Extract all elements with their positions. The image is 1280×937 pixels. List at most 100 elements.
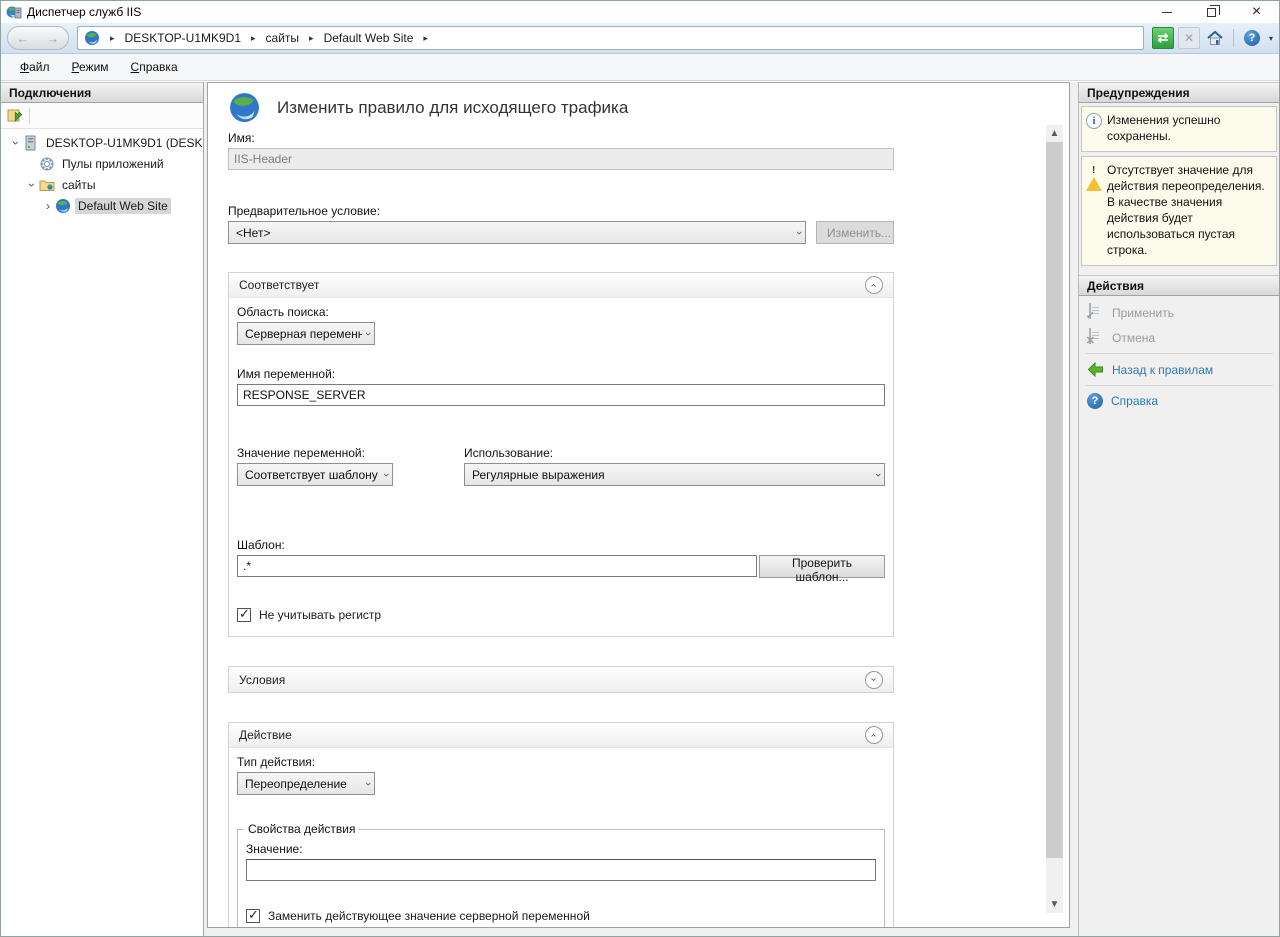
menu-help[interactable]: Справка [122, 56, 187, 78]
vertical-scrollbar[interactable]: ▲ ▼ [1046, 125, 1063, 913]
apply-icon: ✓ [1089, 303, 1091, 319]
forward-nav-button[interactable]: → [47, 32, 60, 45]
variable-name-label: Имя переменной: [237, 367, 885, 381]
home-icon [1206, 29, 1224, 47]
menu-mode[interactable]: Режим [63, 56, 118, 78]
chevron-down-icon: › [793, 231, 805, 235]
cancel-action[interactable]: ✕ Отмена [1079, 325, 1279, 350]
tree-label-default-site[interactable]: Default Web Site [75, 198, 171, 214]
ignore-case-checkbox[interactable] [237, 608, 251, 622]
refresh-icon: ⇄ [1158, 30, 1169, 46]
tree-item-server[interactable]: › DESKTOP-U1MK9D1 (DESKTOP [1, 132, 203, 153]
ignore-case-label: Не учитывать регистр [259, 608, 381, 622]
match-section-header[interactable]: Соответствует › [229, 273, 893, 298]
chevron-expanded-icon[interactable]: › [25, 178, 39, 192]
pattern-input[interactable] [237, 555, 757, 577]
help-menu-button[interactable]: ? [1241, 27, 1263, 49]
chevron-collapsed-icon[interactable]: › [41, 199, 55, 213]
actions-separator [1085, 353, 1273, 354]
chevron-down-icon: › [362, 332, 374, 336]
action-properties-title: Свойства действия [244, 822, 359, 836]
back-to-rules-action[interactable]: Назад к правилам [1079, 357, 1279, 382]
tree-item-default-site[interactable]: › Default Web Site [1, 195, 203, 216]
rule-edit-pane: Изменить правило для исходящего трафика … [207, 82, 1070, 928]
apply-action[interactable]: ✓ Применить [1079, 300, 1279, 325]
back-nav-button[interactable]: ← [17, 32, 30, 45]
alerts-header: Предупреждения [1079, 82, 1279, 103]
breadcrumb-site[interactable]: Default Web Site [324, 31, 414, 45]
help-caret-icon: ▾ [1269, 34, 1273, 43]
tree-label-server[interactable]: DESKTOP-U1MK9D1 (DESKTOP [43, 135, 203, 151]
precondition-edit-button[interactable]: Изменить... [816, 221, 894, 244]
chevron-expanded-icon[interactable]: › [9, 136, 23, 150]
globe-icon [84, 30, 100, 46]
precondition-label: Предварительное условие: [228, 204, 894, 218]
test-pattern-button[interactable]: Проверить шаблон... [759, 555, 885, 578]
scroll-down-icon[interactable]: ▼ [1046, 896, 1063, 913]
name-label: Имя: [228, 131, 894, 145]
stop-button[interactable]: ✕ [1178, 27, 1200, 49]
breadcrumb-server[interactable]: DESKTOP-U1MK9D1 [125, 31, 241, 45]
chevron-up-icon: › [869, 733, 880, 736]
action-section: Действие › Тип действия: Переопределение… [228, 722, 894, 928]
toolbar-separator [29, 108, 30, 124]
connections-panel: Подключения › DESKTOP-U1MK9 [1, 82, 204, 936]
value-label: Значение: [246, 842, 876, 856]
site-globe-icon [55, 198, 71, 214]
using-combo[interactable]: Регулярные выражения › [464, 463, 885, 486]
menu-file[interactable]: Файл [11, 56, 59, 78]
close-button[interactable] [1234, 1, 1279, 23]
tree-item-sites[interactable]: › сайты [1, 174, 203, 195]
page-title: Изменить правило для исходящего трафика [277, 98, 628, 118]
refresh-button[interactable]: ⇄ [1152, 27, 1174, 49]
connections-header: Подключения [1, 82, 203, 103]
collapse-button[interactable]: › [865, 276, 883, 294]
precondition-combo[interactable]: <Нет> › [228, 221, 806, 244]
scrollbar-track[interactable] [1046, 142, 1063, 896]
value-input[interactable] [246, 859, 876, 881]
name-input [228, 148, 894, 170]
breadcrumb-arrow-icon: ▸ [303, 33, 320, 44]
window-controls [1144, 1, 1279, 23]
variable-value-combo[interactable]: Соответствует шаблону › [237, 463, 393, 486]
chevron-down-icon: › [380, 473, 392, 477]
iis-manager-window: Диспетчер служб IIS ← → ▸ DESKTOP-U1MK9D… [0, 0, 1280, 937]
tree-label-sites[interactable]: сайты [59, 177, 99, 193]
minimize-icon [1162, 12, 1172, 13]
cancel-label: Отмена [1112, 331, 1155, 345]
right-panel: Предупреждения i Изменения успешно сохра… [1078, 82, 1279, 936]
address-bar[interactable]: ▸ DESKTOP-U1MK9D1 ▸ сайты ▸ Default Web … [77, 26, 1144, 50]
app-icon [6, 4, 22, 20]
tree-item-app-pools[interactable]: Пулы приложений [1, 153, 203, 174]
connections-toolbar [1, 103, 203, 129]
action-type-combo[interactable]: Переопределение › [237, 772, 375, 795]
breadcrumb-arrow-icon: ▸ [104, 33, 121, 44]
home-button[interactable] [1204, 27, 1226, 49]
action-section-header[interactable]: Действие › [229, 723, 893, 748]
menu-bar: Файл Режим Справка [1, 54, 1279, 81]
alert-warning: Отсутствует значение для действия переоп… [1081, 156, 1277, 266]
restore-button[interactable] [1189, 1, 1234, 23]
tree-label-app-pools[interactable]: Пулы приложений [59, 156, 167, 172]
info-icon: i [1086, 113, 1102, 129]
replace-value-label: Заменить действующее значение серверной … [268, 909, 590, 923]
actions-header: Действия [1079, 275, 1279, 296]
conditions-section-header[interactable]: Условия › [229, 667, 893, 692]
help-action[interactable]: ? Справка [1079, 389, 1279, 413]
scope-combo[interactable]: Серверная переменн › [237, 322, 375, 345]
variable-name-input[interactable] [237, 384, 885, 406]
match-section: Соответствует › Область поиска: Серверна… [228, 272, 894, 637]
server-icon [23, 135, 39, 151]
expand-button[interactable]: › [865, 671, 883, 689]
scrollbar-thumb[interactable] [1046, 142, 1063, 858]
collapse-button[interactable]: › [865, 726, 883, 744]
pattern-label: Шаблон: [237, 538, 885, 552]
save-connection-icon[interactable] [6, 107, 23, 124]
minimize-button[interactable] [1144, 1, 1189, 23]
page-globe-icon [228, 91, 261, 124]
warning-icon [1086, 163, 1102, 191]
title-bar: Диспетчер служб IIS [1, 1, 1279, 23]
scroll-up-icon[interactable]: ▲ [1046, 125, 1063, 142]
breadcrumb-sites[interactable]: сайты [266, 31, 300, 45]
replace-value-checkbox[interactable] [246, 909, 260, 923]
